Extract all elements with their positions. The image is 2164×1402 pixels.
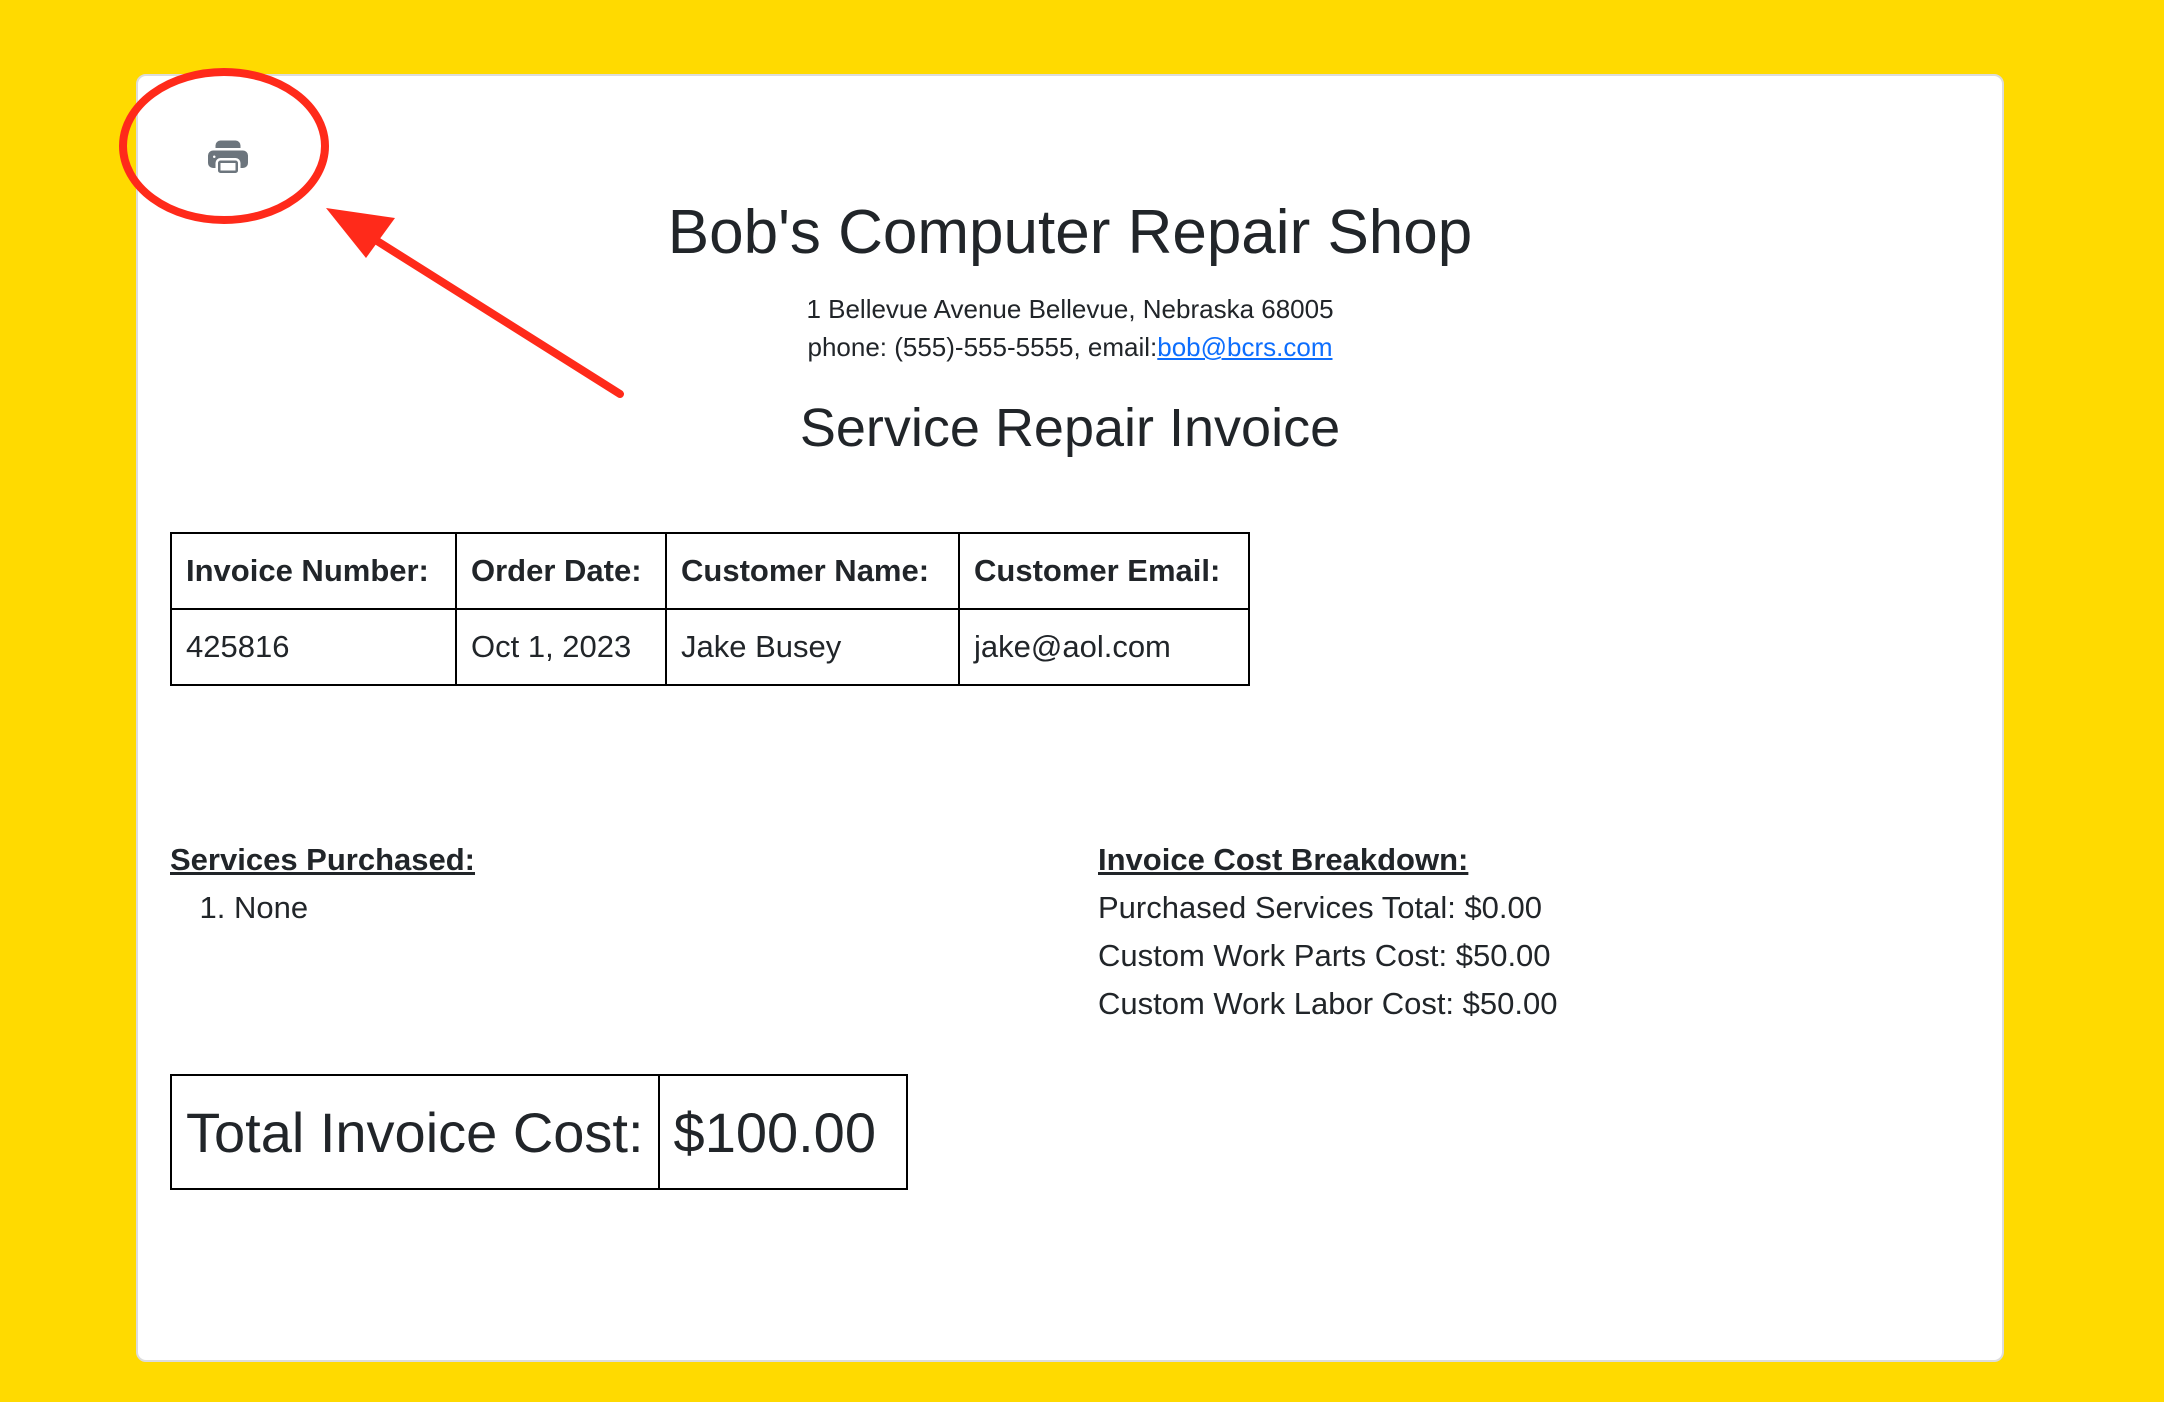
custom-labor-cost: Custom Work Labor Cost: $50.00 xyxy=(1098,986,1558,1021)
shop-name: Bob's Computer Repair Shop xyxy=(667,198,1473,267)
invoice-info-header-row: Invoice Number: Order Date: Customer Nam… xyxy=(170,532,1250,610)
order-date-header: Order Date: xyxy=(455,532,667,610)
service-item: None xyxy=(234,884,475,932)
invoice-title: Service Repair Invoice xyxy=(799,398,1341,458)
customer-email-header: Customer Email: xyxy=(958,532,1250,610)
cost-breakdown-label: Invoice Cost Breakdown: xyxy=(1098,842,1469,877)
invoice-info-value-row: 425816 Oct 1, 2023 Jake Busey jake@aol.c… xyxy=(170,608,1250,686)
total-cost-value: $100.00 xyxy=(657,1074,908,1190)
invoice-info-table: Invoice Number: Order Date: Customer Nam… xyxy=(170,532,1250,686)
invoice-number-header: Invoice Number: xyxy=(170,532,457,610)
total-cost-row: Total Invoice Cost: $100.00 xyxy=(170,1074,908,1190)
customer-name-header: Customer Name: xyxy=(665,532,960,610)
shop-contact-prefix: phone: (555)-555-5555, email: xyxy=(807,332,1158,362)
services-label: Services Purchased: xyxy=(170,842,476,877)
customer-email-value: jake@aol.com xyxy=(958,608,1250,686)
printer-icon xyxy=(208,140,248,173)
cost-breakdown-section: Invoice Cost Breakdown: Purchased Servic… xyxy=(1098,836,1557,1028)
purchased-services-total: Purchased Services Total: $0.00 xyxy=(1098,890,1543,925)
order-date-value: Oct 1, 2023 xyxy=(455,608,667,686)
shop-address: 1 Bellevue Avenue Bellevue, Nebraska 680… xyxy=(806,294,1334,324)
total-cost-table: Total Invoice Cost: $100.00 xyxy=(170,1074,908,1190)
shop-email-link[interactable]: bob@bcrs.com xyxy=(1157,332,1332,362)
services-section: Services Purchased: None xyxy=(170,836,475,932)
print-button[interactable] xyxy=(198,128,258,188)
invoice-number-value: 425816 xyxy=(170,608,457,686)
custom-parts-cost: Custom Work Parts Cost: $50.00 xyxy=(1098,938,1551,973)
shop-contact: phone: (555)-555-5555, email:bob@bcrs.co… xyxy=(138,332,2002,363)
customer-name-value: Jake Busey xyxy=(665,608,960,686)
total-cost-label: Total Invoice Cost: xyxy=(170,1074,660,1190)
invoice-card: Bob's Computer Repair Shop 1 Bellevue Av… xyxy=(136,74,2004,1362)
services-list: None xyxy=(170,884,475,932)
